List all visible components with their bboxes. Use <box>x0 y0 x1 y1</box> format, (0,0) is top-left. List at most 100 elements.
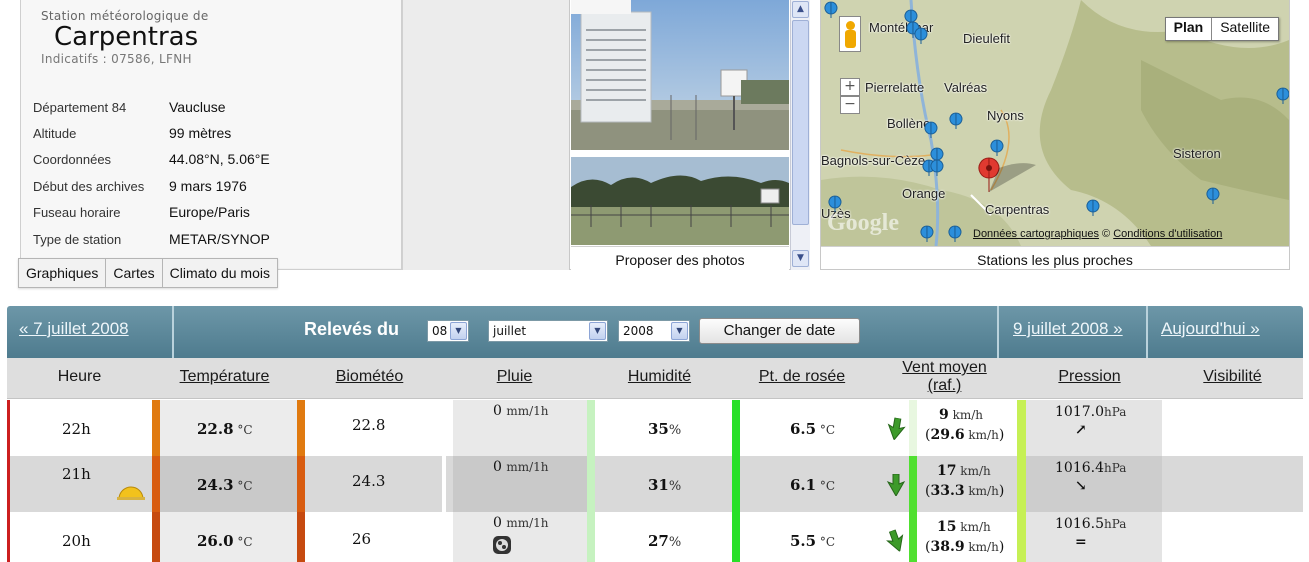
map-canvas[interactable]: Montélimar Dieulefit Pierrelatte Valréas… <box>821 0 1289 246</box>
tab-cartes[interactable]: Cartes <box>106 259 163 287</box>
map-type-plan[interactable]: Plan <box>1166 18 1213 40</box>
cell-rain: 0 mm/1h <box>453 512 587 562</box>
rain-radar-icon[interactable] <box>493 536 511 554</box>
pressure-unit: hPa <box>1104 461 1127 475</box>
col-vent[interactable]: Vent moyen (raf.) <box>872 358 1017 399</box>
map-data-link[interactable]: Données cartographiques <box>973 228 1099 240</box>
nearby-stations-link[interactable]: Stations les plus proches <box>821 246 1289 269</box>
temp-unit: °C <box>233 423 253 437</box>
temperature-value: 26.0 °C <box>197 532 253 550</box>
biometeo-value: 22.8 <box>352 416 386 434</box>
dew-unit: °C <box>816 535 836 549</box>
scroll-down-icon[interactable]: ▼ <box>792 250 809 267</box>
biometeo-value: 24.3 <box>352 472 386 490</box>
dew-color-bar <box>732 400 740 456</box>
map-marker-icon <box>930 159 944 177</box>
wind-gust: (38.9 km/h) <box>925 537 1004 557</box>
zoom-out-button[interactable]: − <box>840 96 860 114</box>
gust-number: 33.3 <box>930 483 965 499</box>
tab-climato-du-mois[interactable]: Climato du mois <box>163 259 277 287</box>
wind-direction-icon <box>886 473 906 498</box>
col-point-de-rosee[interactable]: Pt. de rosée <box>732 358 872 399</box>
wind-gust: (29.6 km/h) <box>925 425 1004 445</box>
humidity-bar <box>587 400 595 456</box>
station-tabs: Graphiques Cartes Climato du mois <box>18 258 278 288</box>
station-photo-1[interactable] <box>571 0 789 150</box>
pressure-value: 1016.5hPa <box>1055 516 1126 532</box>
map-type-control: Plan Satellite <box>1164 17 1279 41</box>
gust-close: ) <box>998 539 1005 555</box>
month-select[interactable]: juillet ▼ <box>488 320 608 342</box>
cell-pressure: 1016.5hPa = <box>1026 512 1162 562</box>
pegman-icon[interactable] <box>839 16 861 52</box>
dew-point-value: 6.1 °C <box>790 476 835 494</box>
pressure-color-bar <box>1017 400 1026 456</box>
wind-number: 17 <box>937 463 957 479</box>
cell-hour: 22h <box>7 400 152 456</box>
pressure-unit: hPa <box>1104 405 1127 419</box>
rain-bar <box>442 512 446 562</box>
today-link[interactable]: Aujourd'hui » <box>1161 319 1260 339</box>
bio-color-bar <box>297 456 305 512</box>
dew-number: 6.1 <box>790 476 817 494</box>
gust-unit: km/h <box>964 484 999 498</box>
station-info-panel: Station météorologique de Carpentras Ind… <box>20 0 402 270</box>
col-humidite[interactable]: Humidité <box>587 358 732 399</box>
map-terms-link[interactable]: Conditions d'utilisation <box>1113 228 1222 240</box>
temp-color-bar <box>152 400 160 456</box>
hour-value: 20h <box>62 532 91 550</box>
station-prefix: Station météorologique de <box>41 9 209 23</box>
tab-graphiques[interactable]: Graphiques <box>19 259 107 287</box>
map-marker-icon <box>1206 187 1220 205</box>
wind-value: 9 km/h (29.6 km/h) <box>925 405 1004 445</box>
sun-cloud-icon <box>115 481 147 501</box>
temperature-value: 24.3 °C <box>197 476 253 494</box>
pressure-unit: hPa <box>1104 517 1127 531</box>
propose-photos-link[interactable]: Proposer des photos <box>571 246 789 270</box>
prev-day-link[interactable]: « 7 juillet 2008 <box>19 319 129 339</box>
photo-scrollbar[interactable]: ▲ ▼ <box>790 0 810 270</box>
table-row: 20h 26.0 °C 26 0 mm/1h 27% 5.5 °C 15 km/h (38.9… <box>7 512 1303 562</box>
zoom-in-button[interactable]: + <box>840 78 860 96</box>
cell-dew-point: 6.5 °C <box>740 400 872 456</box>
info-label: Fuseau horaire <box>33 205 121 220</box>
info-label: Altitude <box>33 126 77 141</box>
table-row: 22h 22.8 °C 22.8 0 mm/1h 35% 6.5 °C 9 km/h (29.… <box>7 400 1303 456</box>
wind-mean: 15 km/h <box>925 517 1004 537</box>
gust-unit: km/h <box>964 540 999 554</box>
cell-humidity: 27% <box>595 512 732 562</box>
day-select[interactable]: 08 ▼ <box>427 320 469 342</box>
year-select[interactable]: 2008 ▼ <box>618 320 690 342</box>
hour-value: 21h <box>62 465 91 483</box>
next-day-link[interactable]: 9 juillet 2008 » <box>1013 319 1123 339</box>
map-type-satellite[interactable]: Satellite <box>1212 18 1278 40</box>
cell-visibility <box>1162 512 1303 562</box>
google-logo: Google <box>827 210 899 236</box>
info-label: Département 84 <box>33 100 127 115</box>
info-value: Vaucluse <box>169 99 226 115</box>
wind-color-bar <box>909 512 917 562</box>
humidity-value: 35% <box>648 420 681 438</box>
station-photo-2[interactable] <box>571 157 789 245</box>
cell-rain: 0 mm/1h <box>453 400 587 456</box>
change-date-button[interactable]: Changer de date <box>699 318 860 344</box>
scroll-up-icon[interactable]: ▲ <box>792 1 809 18</box>
col-temperature[interactable]: Température <box>152 358 297 399</box>
info-row-type-station: Type de station METAR/SYNOP <box>33 231 270 247</box>
info-value: METAR/SYNOP <box>169 231 270 247</box>
humidity-unit: % <box>668 535 682 550</box>
col-pression[interactable]: Pression <box>1017 358 1162 399</box>
info-row-fuseau: Fuseau horaire Europe/Paris <box>33 204 250 220</box>
col-visibilite[interactable]: Visibilité <box>1162 358 1303 399</box>
rain-number: 0 <box>493 515 507 531</box>
wind-value: 15 km/h (38.9 km/h) <box>925 517 1004 557</box>
col-pluie[interactable]: Pluie <box>442 358 587 399</box>
station-header: Station météorologique de Carpentras Ind… <box>0 0 1309 300</box>
scroll-thumb[interactable] <box>792 20 809 225</box>
dew-color-bar <box>732 456 740 512</box>
rain-unit: mm/1h <box>506 404 549 418</box>
col-biometeo[interactable]: Biométéo <box>297 358 442 399</box>
wind-direction-icon <box>886 528 906 553</box>
humidity-number: 27 <box>648 532 669 550</box>
nav-right-box: 9 juillet 2008 » Aujourd'hui » <box>997 306 1303 358</box>
